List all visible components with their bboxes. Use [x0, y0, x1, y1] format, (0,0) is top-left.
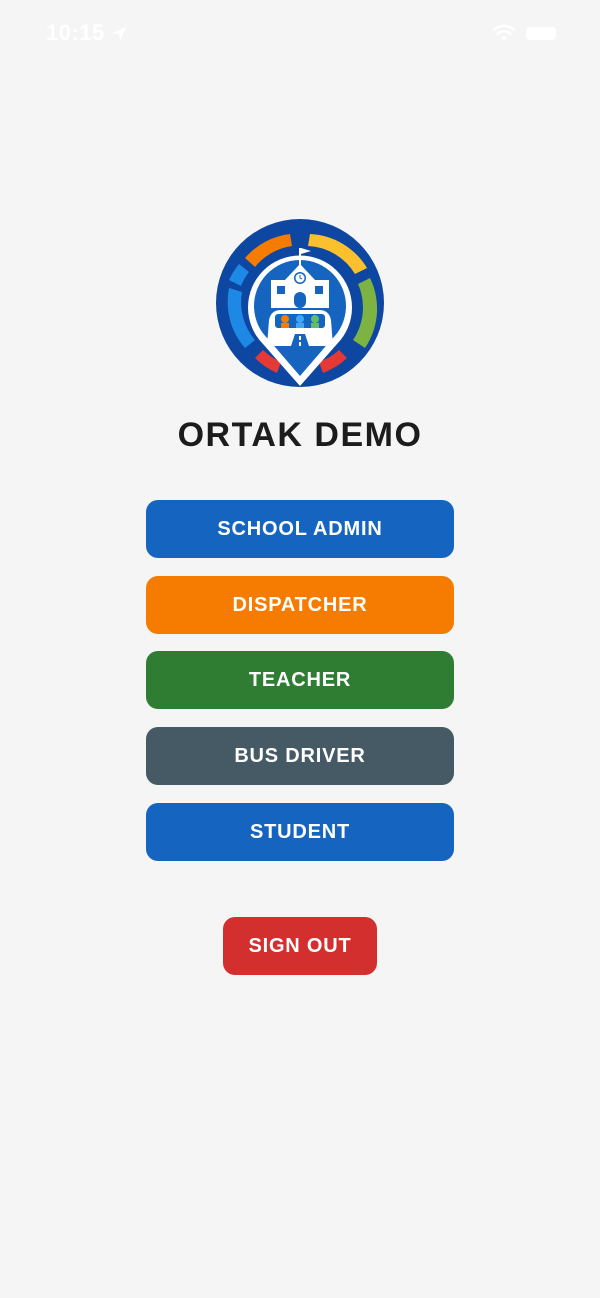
location-arrow-icon — [112, 27, 126, 41]
role-button-dispatcher[interactable]: DISPATCHER — [146, 576, 454, 634]
role-button-student[interactable]: STUDENT — [146, 803, 454, 861]
role-button-bus-driver[interactable]: BUS DRIVER — [146, 727, 454, 785]
role-button-teacher[interactable]: TEACHER — [146, 651, 454, 709]
battery-icon — [526, 27, 556, 40]
role-button-school-admin[interactable]: SCHOOL ADMIN — [146, 500, 454, 558]
status-bar: 10:15 — [0, 0, 600, 70]
sign-out-button[interactable]: SIGN OUT — [223, 917, 377, 975]
status-time: 10:15 — [46, 20, 105, 45]
wifi-icon — [492, 24, 516, 41]
school-bus-logo — [216, 219, 384, 387]
app-title: ORTAK DEMO — [177, 416, 423, 454]
